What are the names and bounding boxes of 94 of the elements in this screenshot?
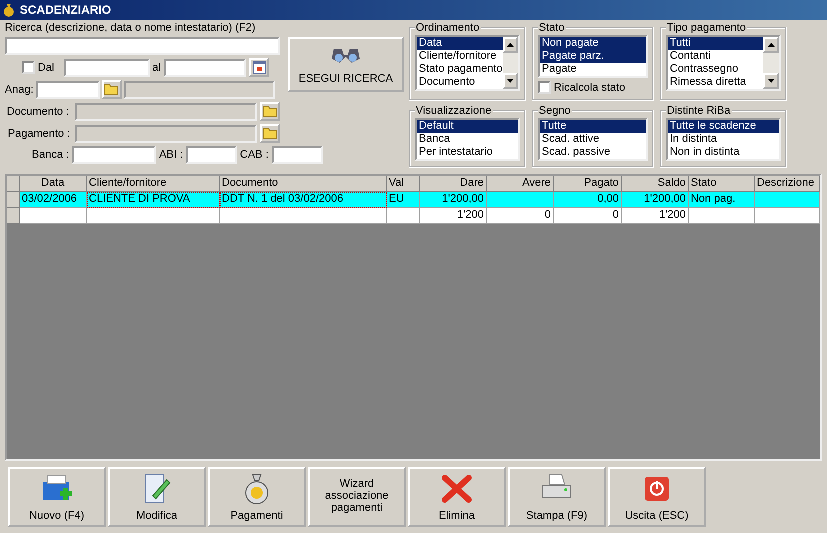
banca-field[interactable] [72, 146, 156, 164]
calendar-button[interactable] [249, 58, 270, 77]
table-cell [755, 192, 820, 208]
list-item[interactable]: Tutti [668, 37, 763, 50]
column-header[interactable]: Pagato [554, 176, 622, 192]
table-cell: 1'200,00 [420, 192, 487, 208]
anag-field[interactable] [36, 80, 100, 98]
money-bag-icon [3, 3, 16, 17]
list-item[interactable]: Pagate parz. [540, 50, 646, 63]
table-cell [20, 208, 87, 224]
browse-button[interactable] [260, 102, 280, 121]
group-title: Stato [538, 22, 566, 34]
table-cell: 1'200 [622, 208, 689, 224]
scroll-down-icon[interactable] [763, 73, 779, 89]
row-header[interactable] [7, 192, 20, 208]
toolbar-button[interactable]: Nuovo (F4) [8, 467, 106, 527]
table-cell: Non pag. [689, 192, 755, 208]
list-item[interactable]: Non pagate [540, 37, 646, 50]
table-cell: EU [387, 192, 420, 208]
list-item[interactable]: Tutte [540, 120, 646, 133]
date-field[interactable] [64, 58, 150, 76]
table-cell: 0 [487, 208, 554, 224]
table-cell [755, 208, 820, 224]
pagamento-label: Pagamento : [8, 128, 72, 140]
column-header[interactable]: Dare [420, 176, 487, 192]
search-label: Ricerca (descrizione, data o nome intestatario) (F2) [5, 22, 257, 34]
group-title: Ordinamento [415, 22, 481, 34]
column-header[interactable]: Stato [689, 176, 755, 192]
list-box[interactable]: Data Cliente/fornitore Stato pagamento Documento [415, 35, 520, 91]
date-field[interactable] [164, 58, 246, 76]
list-box[interactable]: Tutte le scadenze In distinta Non in distinta [666, 118, 781, 161]
column-header[interactable]: Val [387, 176, 420, 192]
table-cell [487, 192, 554, 208]
list-box[interactable]: Default Banca Per intestatario [415, 118, 520, 161]
window-title-text: SCADENZIARIO [20, 3, 112, 17]
table-cell: 0 [554, 208, 622, 224]
table-cell [689, 208, 755, 224]
table-cell: 1'200,00 [622, 192, 689, 208]
folder-icon [262, 105, 278, 118]
calendar-icon [252, 61, 266, 74]
browse-button[interactable] [260, 124, 280, 143]
checkbox[interactable] [22, 61, 35, 74]
toolbar-button[interactable]: Uscita (ESC) [608, 467, 706, 527]
folder-icon [104, 83, 120, 96]
search-button[interactable]: ESEGUI RICERCA [288, 37, 404, 92]
list-item[interactable]: Data [417, 37, 503, 50]
delete-icon [440, 472, 474, 506]
group-title: Tipo pagamento [666, 22, 748, 34]
group-title: Visualizzazione [415, 105, 493, 117]
anag-label: Anag: [5, 84, 34, 96]
scroll-up-icon[interactable] [502, 37, 518, 53]
search-field[interactable] [5, 37, 280, 55]
cab-label: CAB : [240, 149, 269, 161]
browse-button[interactable] [102, 80, 122, 99]
list-box[interactable]: Non pagate Pagate parz. Pagate [538, 35, 648, 78]
folder-icon [262, 127, 278, 140]
cab-field[interactable] [272, 146, 323, 164]
abi-label: ABI : [159, 149, 184, 161]
table-cell [387, 208, 420, 224]
scroll-up-icon[interactable] [763, 37, 779, 53]
list-box[interactable]: Tutte Scad. attive Scad. passive [538, 118, 648, 161]
column-header[interactable]: Avere [487, 176, 554, 192]
toolbar-button[interactable]: Elimina [408, 467, 506, 527]
list-item[interactable]: Stato pagamento [417, 63, 503, 76]
scrollbar[interactable] [502, 37, 518, 89]
list-box[interactable]: Tutti Contanti Contrassegno Rimessa diretta [666, 35, 781, 91]
checkbox-label: Ricalcola stato [554, 82, 626, 94]
column-header[interactable]: Documento [220, 176, 387, 192]
toolbar-button[interactable]: Stampa (F9) [508, 467, 606, 527]
column-header[interactable]: Cliente/fornitore [87, 176, 220, 192]
scrollbar[interactable] [763, 37, 779, 89]
toolbar-button[interactable]: Modifica [108, 467, 206, 527]
list-item[interactable]: Default [417, 120, 518, 133]
table-cell: 0,00 [554, 192, 622, 208]
checkbox[interactable] [538, 81, 551, 94]
row-header[interactable] [7, 208, 20, 224]
date-to-label: al [152, 62, 162, 74]
toolbar-button[interactable]: Pagamenti [208, 467, 306, 527]
banca-label: Banca : [32, 149, 70, 161]
documento-label: Documento : [7, 106, 70, 118]
toolbar-button[interactable]: Wizard associazione pagamenti [308, 467, 406, 527]
group-title: Segno [538, 105, 572, 117]
checkbox-label: Dal [38, 62, 55, 74]
column-header[interactable]: Data [20, 176, 87, 192]
table-cell: CLIENTE DI PROVA [87, 192, 220, 208]
abi-field[interactable] [186, 146, 238, 164]
table-cell: DDT N. 1 del 03/02/2006 [220, 192, 387, 208]
group-title: Distinte RiBa [666, 105, 732, 117]
column-header[interactable]: Descrizione [755, 176, 820, 192]
table-cell: 1'200 [420, 208, 487, 224]
list-item[interactable]: Tutte le scadenze [668, 120, 779, 133]
table-cell: 03/02/2006 [20, 192, 87, 208]
scroll-down-icon[interactable] [502, 73, 518, 89]
column-header[interactable]: Saldo [622, 176, 689, 192]
